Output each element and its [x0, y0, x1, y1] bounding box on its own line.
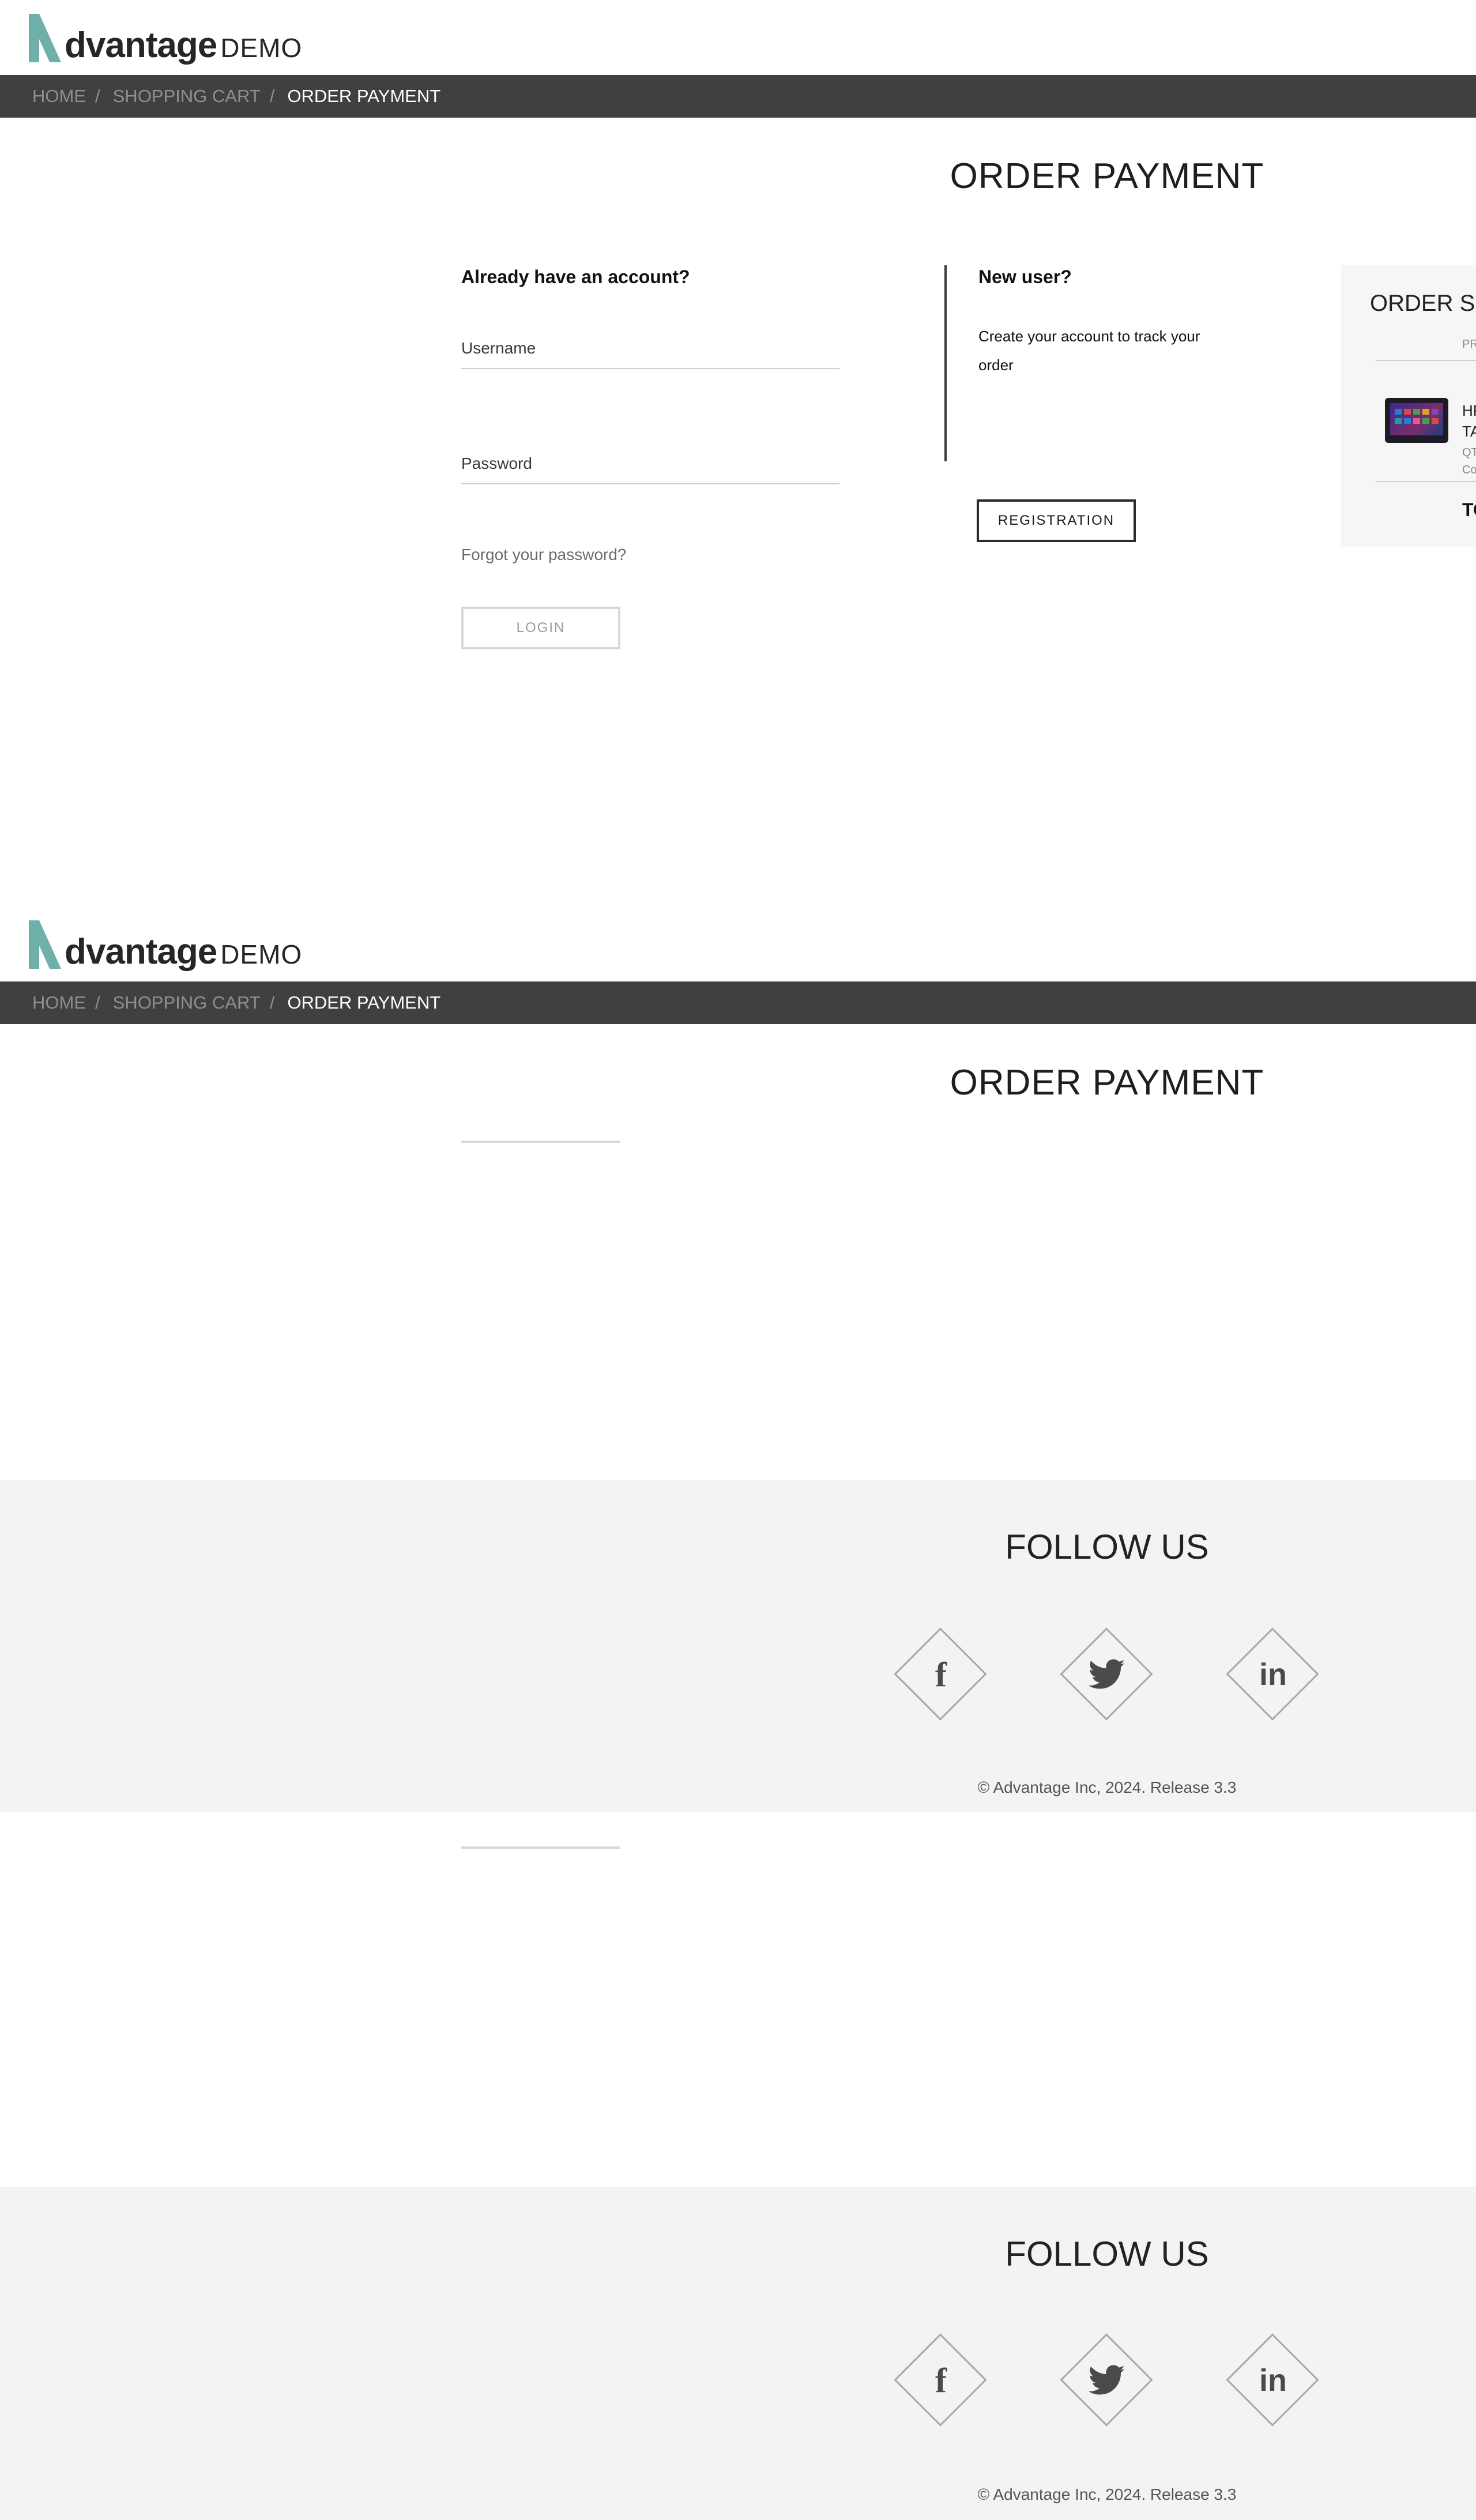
facebook-icon: f [935, 2361, 947, 2399]
facebook-icon: f [935, 1655, 947, 1694]
login-button-edge [461, 1141, 620, 1143]
breadcrumb-separator: / [95, 992, 100, 1013]
copyright: © Advantage Inc, 2024. Release 3.3 [977, 2485, 1237, 2503]
linkedin-icon: in [1259, 2363, 1287, 2398]
twitter-icon [1060, 2333, 1154, 2428]
username-input[interactable] [461, 349, 842, 368]
login-heading: Already have an account? [461, 266, 690, 287]
twitter-link[interactable] [1060, 2333, 1154, 2428]
forgot-password-link[interactable]: Forgot your password? [461, 546, 626, 564]
product-meta: QTY: 1 Color: BLACK [1462, 446, 1476, 476]
follow-us-title: FOLLOW US [1005, 1528, 1209, 1566]
logo-suffix: DEMO [220, 939, 303, 969]
password-field[interactable]: Password [461, 446, 842, 484]
breadcrumb: HOME / SHOPPING CART / ORDER PAYMENT [0, 75, 1476, 118]
password-input[interactable] [461, 465, 842, 483]
breadcrumb-shopping-cart[interactable]: SHOPPING CART [113, 992, 261, 1013]
logo[interactable]: dvantage DEMO [27, 916, 302, 971]
logo-word: dvantage [65, 25, 217, 65]
logo[interactable]: dvantage DEMO [27, 9, 302, 65]
footer: FOLLOW US f in © Advantage Inc, 2024. Re… [0, 2187, 1476, 2520]
breadcrumb-shopping-cart[interactable]: SHOPPING CART [113, 86, 261, 107]
follow-us-title: FOLLOW US [1005, 2235, 1209, 2273]
username-field[interactable]: Username [461, 331, 842, 369]
summary-divider [1376, 481, 1476, 482]
registration-button[interactable]: REGISTRATION [977, 499, 1136, 542]
register-text: Create your account to track your order [978, 328, 1200, 374]
linkedin-icon: in [1259, 1657, 1287, 1692]
twitter-link[interactable] [1060, 1627, 1154, 1722]
breadcrumb-separator: / [95, 86, 100, 106]
order-summary: ORDER SUMMARY PRODUCT HP ElitePad 1000 G… [1341, 265, 1476, 547]
facebook-link[interactable]: f [894, 2333, 988, 2428]
summary-divider [1376, 360, 1476, 361]
copyright: © Advantage Inc, 2024. Release 3.3 [977, 1778, 1237, 1796]
twitter-icon [1060, 1627, 1154, 1722]
linkedin-link[interactable]: in [1226, 2333, 1320, 2428]
linkedin-link[interactable]: in [1226, 1627, 1320, 1722]
register-heading: New user? [978, 266, 1072, 287]
login-button[interactable]: LOGIN [461, 607, 620, 649]
breadcrumb-current: ORDER PAYMENT [287, 86, 441, 106]
summary-title: ORDER SUMMARY [1370, 291, 1476, 316]
product-name[interactable]: HP ElitePad 1000 G2 TABLET [1462, 400, 1476, 442]
logo-a-icon [29, 920, 61, 969]
logo-suffix: DEMO [220, 33, 303, 63]
breadcrumb: HOME / SHOPPING CART / ORDER PAYMENT [0, 981, 1476, 1024]
breadcrumb-current: ORDER PAYMENT [287, 992, 441, 1013]
breadcrumb-home[interactable]: HOME [32, 86, 86, 107]
login-button-edge [461, 1846, 620, 1849]
logo-word: dvantage [65, 932, 217, 972]
footer: FOLLOW US f in © Advantage Inc, 2024. Re… [0, 1480, 1476, 1812]
summary-column-header: PRODUCT [1462, 338, 1476, 351]
logo-a-icon [29, 14, 61, 62]
section-divider [944, 265, 947, 461]
facebook-link[interactable]: f [894, 1627, 988, 1722]
total-label: TOTAL [1462, 499, 1476, 520]
page-title: ORDER PAYMENT [950, 1063, 1264, 1103]
breadcrumb-home[interactable]: HOME [32, 992, 86, 1013]
page-title: ORDER PAYMENT [950, 156, 1264, 196]
breadcrumb-separator: / [269, 992, 275, 1013]
product-thumbnail[interactable] [1385, 398, 1448, 443]
breadcrumb-separator: / [269, 86, 275, 106]
